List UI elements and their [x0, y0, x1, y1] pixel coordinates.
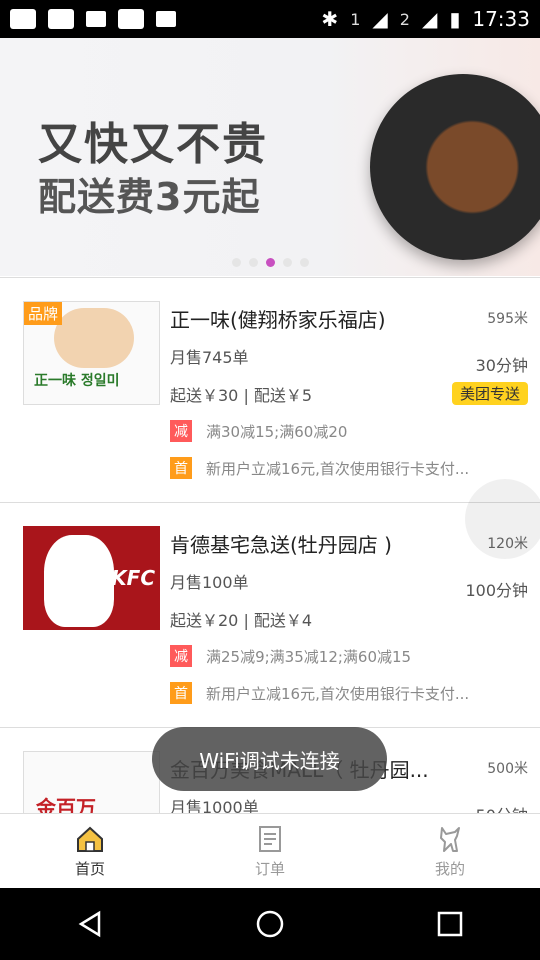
wechat-icon — [48, 9, 74, 29]
tab-label: 首页 — [74, 859, 105, 878]
home-icon — [77, 826, 103, 852]
delivery-time: 50分钟 — [476, 802, 528, 813]
folder-icon — [118, 9, 144, 29]
notification-icons — [10, 9, 176, 29]
restaurant-logo: KFC — [23, 526, 160, 630]
tab-label: 订单 — [254, 859, 285, 878]
banner-headline: 又快又不贵 — [38, 119, 268, 170]
new-user-promo: 首 新用户立减16元,首次使用银行卡支付... — [170, 682, 469, 704]
tab-home[interactable]: 首页 — [0, 814, 180, 888]
tab-label: 我的 — [434, 859, 465, 878]
restaurant-name: 肯德基宅急送(牡丹园店 ) — [170, 533, 392, 557]
discount-text: 满30减15;满60减20 — [206, 422, 348, 441]
restaurant-card[interactable]: KFC 肯德基宅急送(牡丹园店 ) 120米 月售100单 100分钟 起送￥2… — [0, 503, 540, 728]
discount-tag: 减 — [170, 420, 192, 442]
orders-icon — [259, 825, 281, 852]
restaurant-card[interactable]: 正一味 정일미 品牌 正一味(健翔桥家乐福店) 595米 月售745单 30分钟… — [0, 278, 540, 503]
discount-promo: 减 满25减9;满35减12;满60减15 — [170, 645, 411, 667]
tab-profile[interactable]: 我的 — [360, 814, 540, 888]
system-status: ✱ 1 ◢ 2 ◢ ▮ 17:33 — [321, 7, 530, 31]
logo-artwork: KFC — [111, 566, 155, 590]
page-dot — [248, 258, 258, 267]
restaurant-logo: 金百万 — [23, 751, 160, 813]
tab-orders[interactable]: 订单 — [180, 814, 360, 888]
new-user-promo: 首 新用户立减16元,首次使用银行卡支付... — [170, 457, 469, 479]
recents-button[interactable] — [430, 904, 470, 944]
brand-badge: 品牌 — [24, 302, 63, 325]
signal-icon: ◢ — [372, 7, 388, 31]
image-icon — [156, 11, 176, 27]
meituan-delivery-badge: 美团专送 — [451, 382, 528, 405]
discount-promo: 减 满30减15;满60减20 — [170, 420, 347, 442]
back-triangle-icon — [78, 910, 101, 938]
card-icon — [86, 11, 106, 27]
first-order-tag: 首 — [170, 457, 192, 479]
sim1-label: 1 — [350, 9, 361, 29]
delivery-fees: 起送￥30 | 配送￥5 — [170, 386, 313, 405]
bluetooth-icon: ✱ — [321, 7, 339, 31]
logo-artwork: 正一味 정일미 — [34, 373, 120, 389]
system-navigation-bar — [0, 888, 540, 960]
toast-message: WiFi调试未连接 — [152, 727, 387, 791]
restaurant-distance: 595米 — [487, 311, 528, 327]
monthly-sales: 月售100单 — [170, 573, 249, 592]
page-dot-active — [265, 258, 275, 267]
kangaroo-icon — [440, 826, 460, 852]
keyboard-icon — [10, 9, 36, 29]
delivery-time: 30分钟 — [475, 356, 528, 375]
new-user-text: 新用户立减16元,首次使用银行卡支付... — [206, 684, 470, 703]
home-button[interactable] — [250, 904, 290, 944]
restaurant-name: 正一味(健翔桥家乐福店) — [170, 308, 386, 332]
banner-subline: 配送费3元起 — [38, 175, 261, 219]
delivery-time: 100分钟 — [465, 581, 528, 600]
sim2-label: 2 — [399, 9, 410, 29]
monthly-sales: 月售745单 — [170, 348, 249, 367]
discount-text: 满25减9;满35减12;满60减15 — [206, 647, 412, 666]
restaurant-logo: 正一味 정일미 品牌 — [23, 301, 160, 405]
discount-tag: 减 — [170, 645, 192, 667]
page-dot — [282, 258, 292, 267]
monthly-sales: 月售1000单 — [170, 798, 259, 813]
battery-icon: ▮ — [449, 7, 461, 31]
mascot-image — [54, 308, 134, 368]
logo-text: 金百万 — [36, 796, 96, 813]
status-time: 17:33 — [472, 7, 530, 31]
colonel-image — [44, 535, 114, 627]
back-button[interactable] — [70, 904, 110, 944]
home-circle-icon — [256, 910, 284, 938]
first-order-tag: 首 — [170, 682, 192, 704]
page-dot — [231, 258, 241, 267]
touch-ripple — [465, 479, 540, 559]
status-bar: ✱ 1 ◢ 2 ◢ ▮ 17:33 — [0, 0, 540, 38]
delivery-fees: 起送￥20 | 配送￥4 — [170, 611, 313, 630]
banner-page-indicator — [0, 258, 540, 267]
bottom-tab-bar: 首页 订单 我的 — [0, 813, 540, 888]
page-dot — [299, 258, 309, 267]
recents-square-icon — [437, 911, 463, 937]
food-bowl-image — [370, 74, 540, 260]
restaurant-distance: 500米 — [487, 761, 528, 777]
signal-icon: ◢ — [421, 7, 438, 31]
promo-banner[interactable]: 又快又不贵 配送费3元起 — [0, 38, 540, 276]
new-user-text: 新用户立减16元,首次使用银行卡支付... — [206, 459, 470, 478]
